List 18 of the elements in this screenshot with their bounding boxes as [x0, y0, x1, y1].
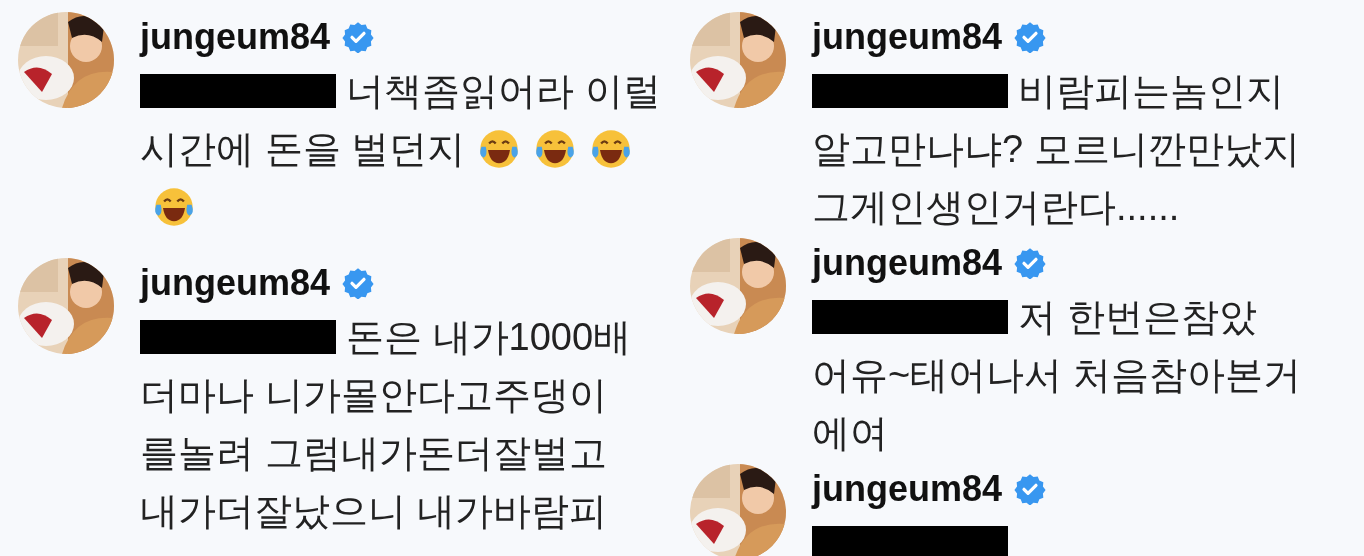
username[interactable]: jungeum84 [812, 467, 1003, 511]
comment-text: 저 한번은참았 [1018, 295, 1257, 340]
comment-text: 를놀려 그럼내가돈더잘벌고 [140, 431, 607, 476]
username[interactable]: jungeum84 [812, 15, 1003, 59]
comment-text: 더마나 니가몰안다고주댕이 [140, 373, 607, 418]
comment-text: 에여 [812, 411, 888, 456]
comment-text: 너책좀읽어라 이럴 [346, 69, 661, 114]
comment-text: 시간에 돈을 벌던지 [140, 127, 466, 172]
comment-text: 내가더잘났으니 내가바람피 [140, 489, 607, 534]
comment-text: 돈은 내가1000배 [346, 315, 632, 360]
comment-text: 알고만나냐? 모르니깐만났지 [812, 127, 1300, 172]
comment-text: 그게인생인거란다...... [812, 185, 1180, 230]
username[interactable]: jungeum84 [140, 15, 331, 59]
comment-text: 비람피는놈인지 [1018, 69, 1284, 114]
username[interactable]: jungeum84 [140, 261, 331, 305]
laughing-tears-emoji-icon [152, 185, 196, 229]
username[interactable]: jungeum84 [812, 241, 1003, 285]
comment-text: 어유~태어나서 처음참아본거 [812, 353, 1301, 398]
